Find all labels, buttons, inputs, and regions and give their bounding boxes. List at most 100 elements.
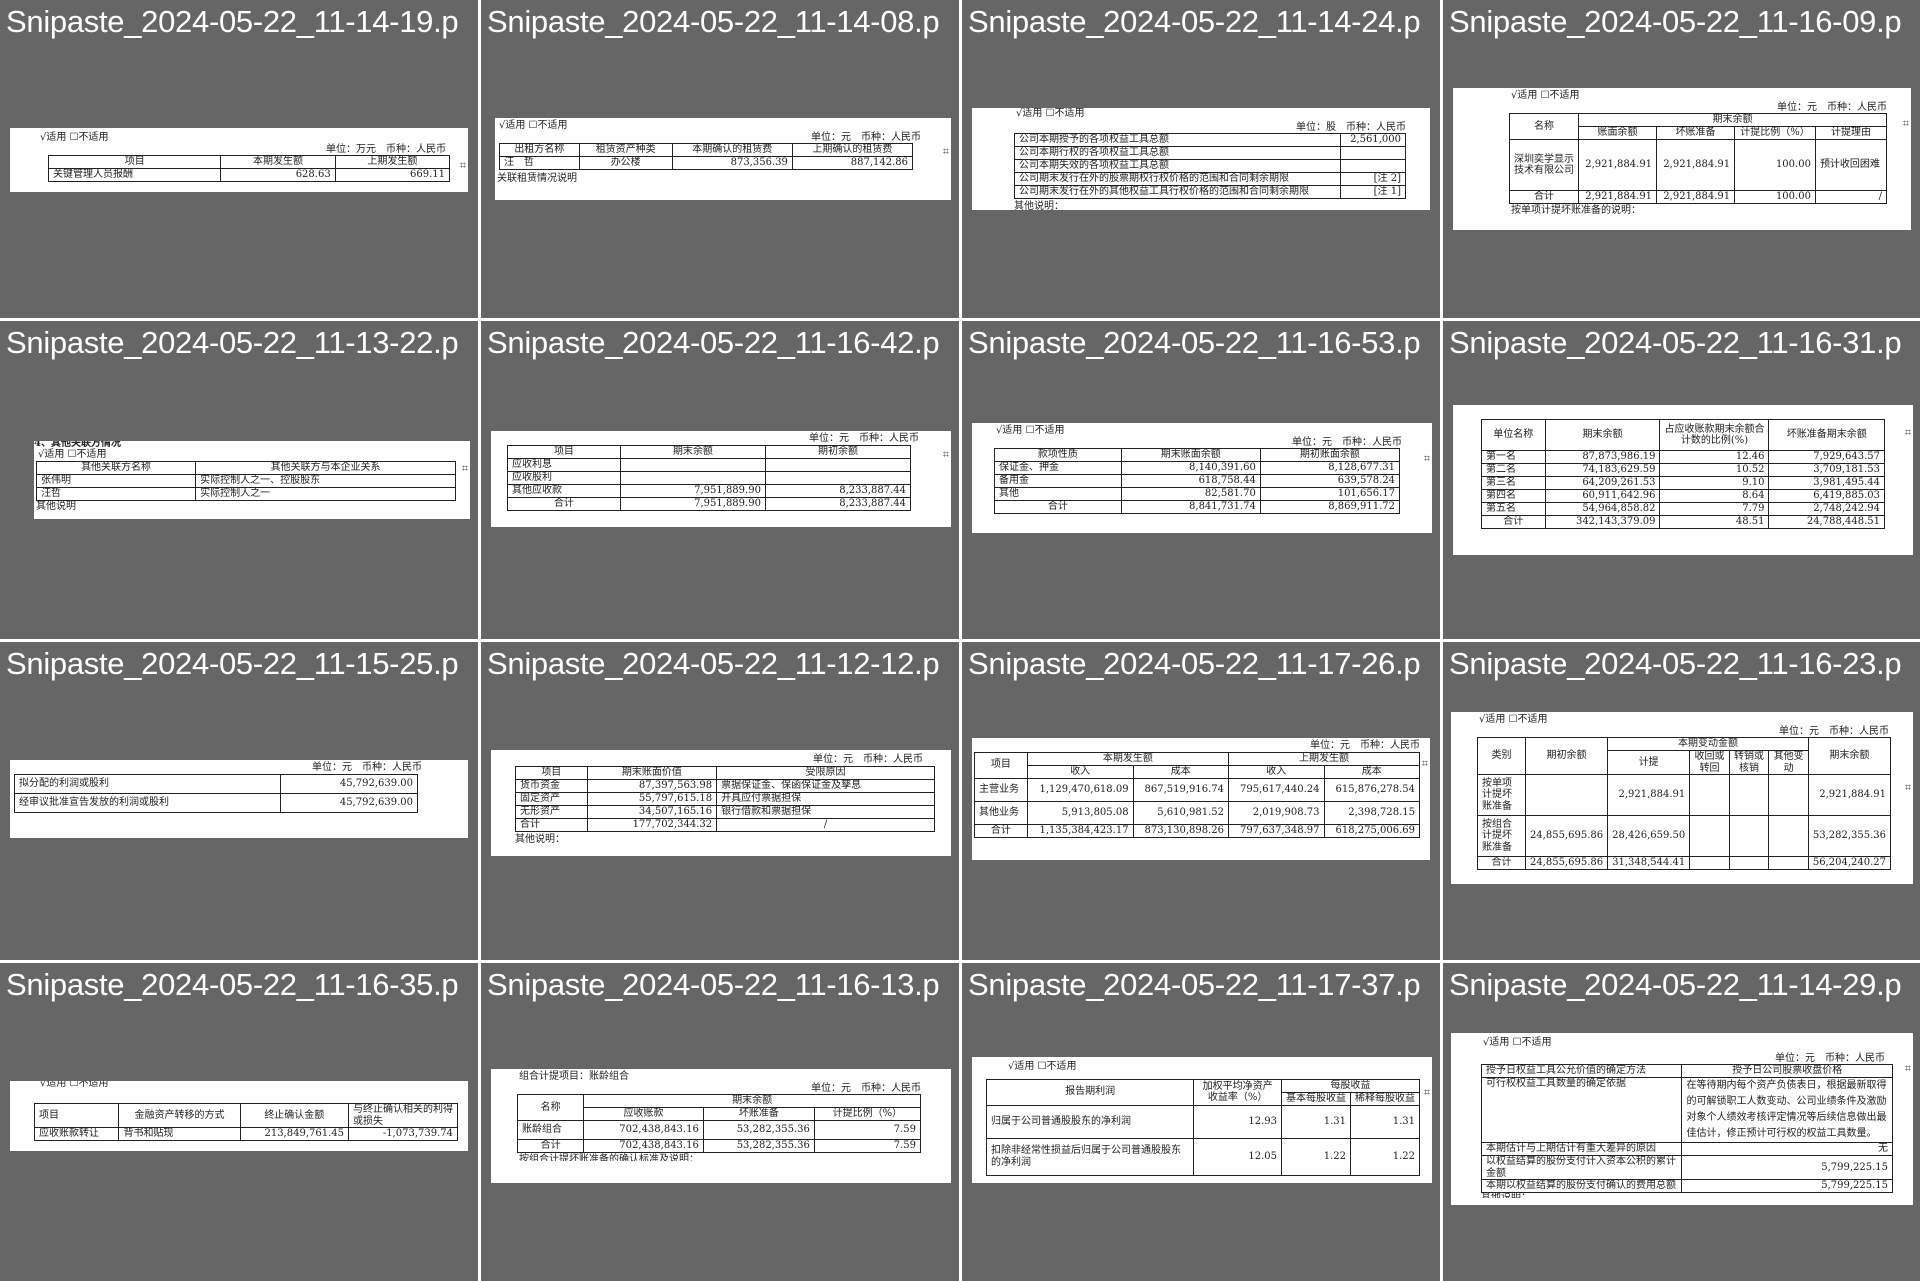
table-cell: 8,128,677.31 [1259, 461, 1401, 475]
table-cell: 8,869,911.72 [1259, 500, 1401, 514]
screenshot-content: √适用 ☐不适用 单位：元 币种：人民币 出租方名称 租赁资产种类 本期确认的租赁费… [495, 118, 951, 200]
table-cell: 合计 [994, 500, 1122, 514]
table-row: 无形资产 34,507,165.16 银行借款和票据担保 [515, 804, 935, 819]
table-header-cell: 本期变动金额 [1607, 737, 1809, 751]
table-cell: 2,921,884.91 [1656, 190, 1736, 204]
table-header-cell: 转销或核销 [1728, 750, 1770, 775]
thumbnail-tile[interactable]: Snipaste_2024-05-22_11-14-19.p √适用 ☐不适用 … [0, 0, 478, 318]
side-icon: ⌗ [1421, 757, 1428, 770]
table-header-cell: 项目 [507, 444, 621, 459]
table-cell: 扣除非经常性损益后归属于公司普通股股东的净利润 [985, 1137, 1195, 1176]
table-header-cell: 期末账面余额 [1120, 448, 1261, 462]
thumbnail-tile[interactable]: Snipaste_2024-05-22_11-16-42.p 单位：元 币种：人… [481, 321, 959, 639]
table-row: 合计 702,438,843.16 53,282,355.36 7.59 [516, 1139, 922, 1153]
thumbnail-tile[interactable]: Snipaste_2024-05-22_11-16-13.p 组合计提项目：账龄… [481, 963, 959, 1281]
table-row: 其他关联方名称 其他关联方与本企业关系 [35, 460, 456, 475]
note: 其他说明 [36, 500, 76, 512]
table-header-cell: 计提比例（%） [1734, 126, 1816, 140]
table-header-cell: 上期发生额 [1228, 751, 1420, 766]
thumbnail-tile[interactable]: Snipaste_2024-05-22_11-15-25.p 单位：元 币种：人… [0, 642, 478, 960]
table-cell [619, 470, 766, 485]
table-header-cell: 坏账准备期末余额 [1768, 419, 1885, 451]
table-cell: 1.22 [1281, 1137, 1351, 1176]
table-row: 货币资金 87,397,563.98 票据保证金、保函保证金及孳息 [515, 778, 935, 793]
table-cell: 7,951,889.90 [619, 483, 766, 498]
table-cell: 2,748,242.94 [1768, 502, 1885, 516]
table-row: 款项性质 期末账面余额 期初账面余额 [994, 448, 1401, 462]
table-cell: 101,656.17 [1259, 487, 1401, 501]
table-cell: 615,876,278.54 [1323, 777, 1420, 802]
screenshot-content: √适用 ☐不适用 单位：元 币种：人民币 名称 期末余额 账面余额 坏账准备 计提比例… [1453, 88, 1911, 230]
table-header-cell: 出租方名称 [499, 143, 580, 157]
table-header-cell: 期初余额 [764, 444, 912, 459]
table-header-cell: 上期发生额 [334, 155, 451, 169]
table-cell: 账龄组合 [516, 1120, 585, 1140]
thumbnail-tile[interactable]: Snipaste_2024-05-22_11-16-53.p √适用 ☐不适用 … [962, 321, 1440, 639]
table-cell: 87,873,986.19 [1544, 450, 1661, 464]
data-table: 拟分配的利润或股利 45,792,639.00 经审议批准宣告发放的利润或股利 45… [14, 773, 419, 813]
table-cell: 5,799,225.15 [1681, 1155, 1893, 1180]
note: 其他说明： [515, 833, 565, 845]
data-table: 授予日权益工具公允价值的确定方法 授予日公司股票收盘价格 可行权权益工具数量的确定… [1480, 1064, 1893, 1193]
table-cell: 60,911,642.96 [1544, 489, 1661, 503]
side-icon: ⌗ [459, 159, 466, 172]
table-cell: 2,398,728.15 [1323, 800, 1420, 825]
file-name: Snipaste_2024-05-22_11-16-31.p [1449, 325, 1902, 360]
thumbnail-tile[interactable]: Snipaste_2024-05-22_11-14-08.p √适用 ☐不适用 … [481, 0, 959, 318]
thumbnail-tile[interactable]: Snipaste_2024-05-22_11-14-24.p √适用 ☐不适用 … [962, 0, 1440, 318]
thumbnail-tile[interactable]: Snipaste_2024-05-22_11-13-22.p 4、其他关联方情况… [0, 321, 478, 639]
note: 按单项计提坏账准备的说明： [1511, 205, 1641, 216]
table-header-cell: 稀释每股收益 [1350, 1091, 1420, 1106]
screenshot-content: √适用 ☐不适用 单位：万元 币种：人民币 项目 本期发生额 上期发生额 关键管理人… [10, 128, 468, 192]
table-cell [1689, 815, 1730, 857]
table-cell: / [1814, 190, 1888, 204]
table-cell [1339, 146, 1407, 160]
table-header-cell: 计提理由 [1814, 126, 1888, 140]
table-header-cell: 账面余额 [1577, 126, 1658, 140]
thumbnail-tile[interactable]: Snipaste_2024-05-22_11-12-12.p 单位：元 币种：人… [481, 642, 959, 960]
table-cell: [注 1] [1339, 185, 1407, 199]
thumbnail-tile[interactable]: Snipaste_2024-05-22_11-16-35.p √适用 ☐不适用 … [0, 963, 478, 1281]
table-header-cell: 与终止确认相关的利得或损失 [348, 1103, 458, 1128]
data-table: 项目 本期发生额 上期发生额 关键管理人员报酬 628.63 669.11 [47, 155, 451, 182]
table-cell: 第二名 [1481, 463, 1546, 477]
table-cell: 639,578.24 [1259, 474, 1401, 488]
data-table: 报告期利润 加权平均净资产收益率（%） 每股收益 基本每股收益 稀释每股收益 归属于公… [985, 1078, 1420, 1176]
unit-label: 单位：元 币种：人民币 [312, 762, 422, 773]
data-table: 其他关联方名称 其他关联方与本企业关系 张伟明 实际控制人之一、控股股东 汪哲 实际控… [35, 460, 456, 501]
thumbnail-tile[interactable]: Snipaste_2024-05-22_11-16-31.p 单位名称 期末余额占… [1443, 321, 1920, 639]
table-row: 公司本期行权的各项权益工具总额 [1014, 146, 1407, 160]
thumbnail-tile[interactable]: Snipaste_2024-05-22_11-16-09.p √适用 ☐不适用 … [1443, 0, 1920, 318]
table-cell: 无形资产 [515, 804, 588, 819]
table-cell: 其他 [994, 487, 1122, 501]
table-cell: 公司期末发行在外的其他权益工具行权价格的范围和合同剩余期限 [1014, 185, 1341, 199]
table-cell: / [716, 817, 935, 832]
table-row: 项目 期末余额 期初余额 [507, 444, 912, 459]
table-cell: 关键管理人员报酬 [47, 168, 222, 182]
table-cell: 3,981,495.44 [1768, 476, 1885, 490]
table-cell: 实际控制人之一、控股股东 [195, 473, 456, 488]
thumbnail-tile[interactable]: Snipaste_2024-05-22_11-17-37.p √适用 ☐不适用 … [962, 963, 1440, 1281]
table-cell: 可行权权益工具数量的确定依据 [1480, 1077, 1683, 1143]
note: 其他说明： [1451, 1193, 1913, 1198]
table-cell: 82,581.70 [1120, 487, 1261, 501]
thumbnail-tile[interactable]: Snipaste_2024-05-22_11-17-26.p 单位：元 币种：人… [962, 642, 1440, 960]
table-row: 扣除非经常性损益后归属于公司普通股股东的净利润 12.05 1.22 1.22 [985, 1137, 1420, 1176]
table-cell [619, 457, 766, 472]
data-table: 款项性质 期末账面余额 期初账面余额 保证金、押金 8,140,391.60 8,128… [994, 448, 1401, 514]
applicable-checkbox-label: √适用 ☐不适用 [1483, 1037, 1552, 1048]
table-row: 关键管理人员报酬 628.63 669.11 [47, 168, 451, 182]
thumbnail-tile[interactable]: Snipaste_2024-05-22_11-14-29.p √适用 ☐不适用 … [1443, 963, 1920, 1281]
thumbnail-tile[interactable]: Snipaste_2024-05-22_11-16-23.p √适用 ☐不适用 … [1443, 642, 1920, 960]
table-header-cell: 本期确认的租赁费 [671, 143, 793, 157]
table-cell: 12.46 [1659, 450, 1770, 464]
table-cell: 其他业务 [974, 800, 1028, 825]
table-header-cell: 基本每股收益 [1281, 1091, 1351, 1106]
intro-text: 组合计提项目：账龄组合 [519, 1071, 629, 1082]
table-cell: 53,282,355.36 [702, 1120, 815, 1140]
table-row: 项目 本期发生额 上期发生额 [47, 155, 451, 169]
file-name: Snipaste_2024-05-22_11-16-35.p [6, 967, 459, 1002]
table-row: 本期以权益结算的股份支付确认的费用总额 5,799,225.15 [1480, 1179, 1893, 1193]
table-cell: 办公楼 [578, 156, 673, 170]
table-row: 以权益结算的股份支付计入资本公积的累计金额 5,799,225.15 [1480, 1155, 1893, 1180]
